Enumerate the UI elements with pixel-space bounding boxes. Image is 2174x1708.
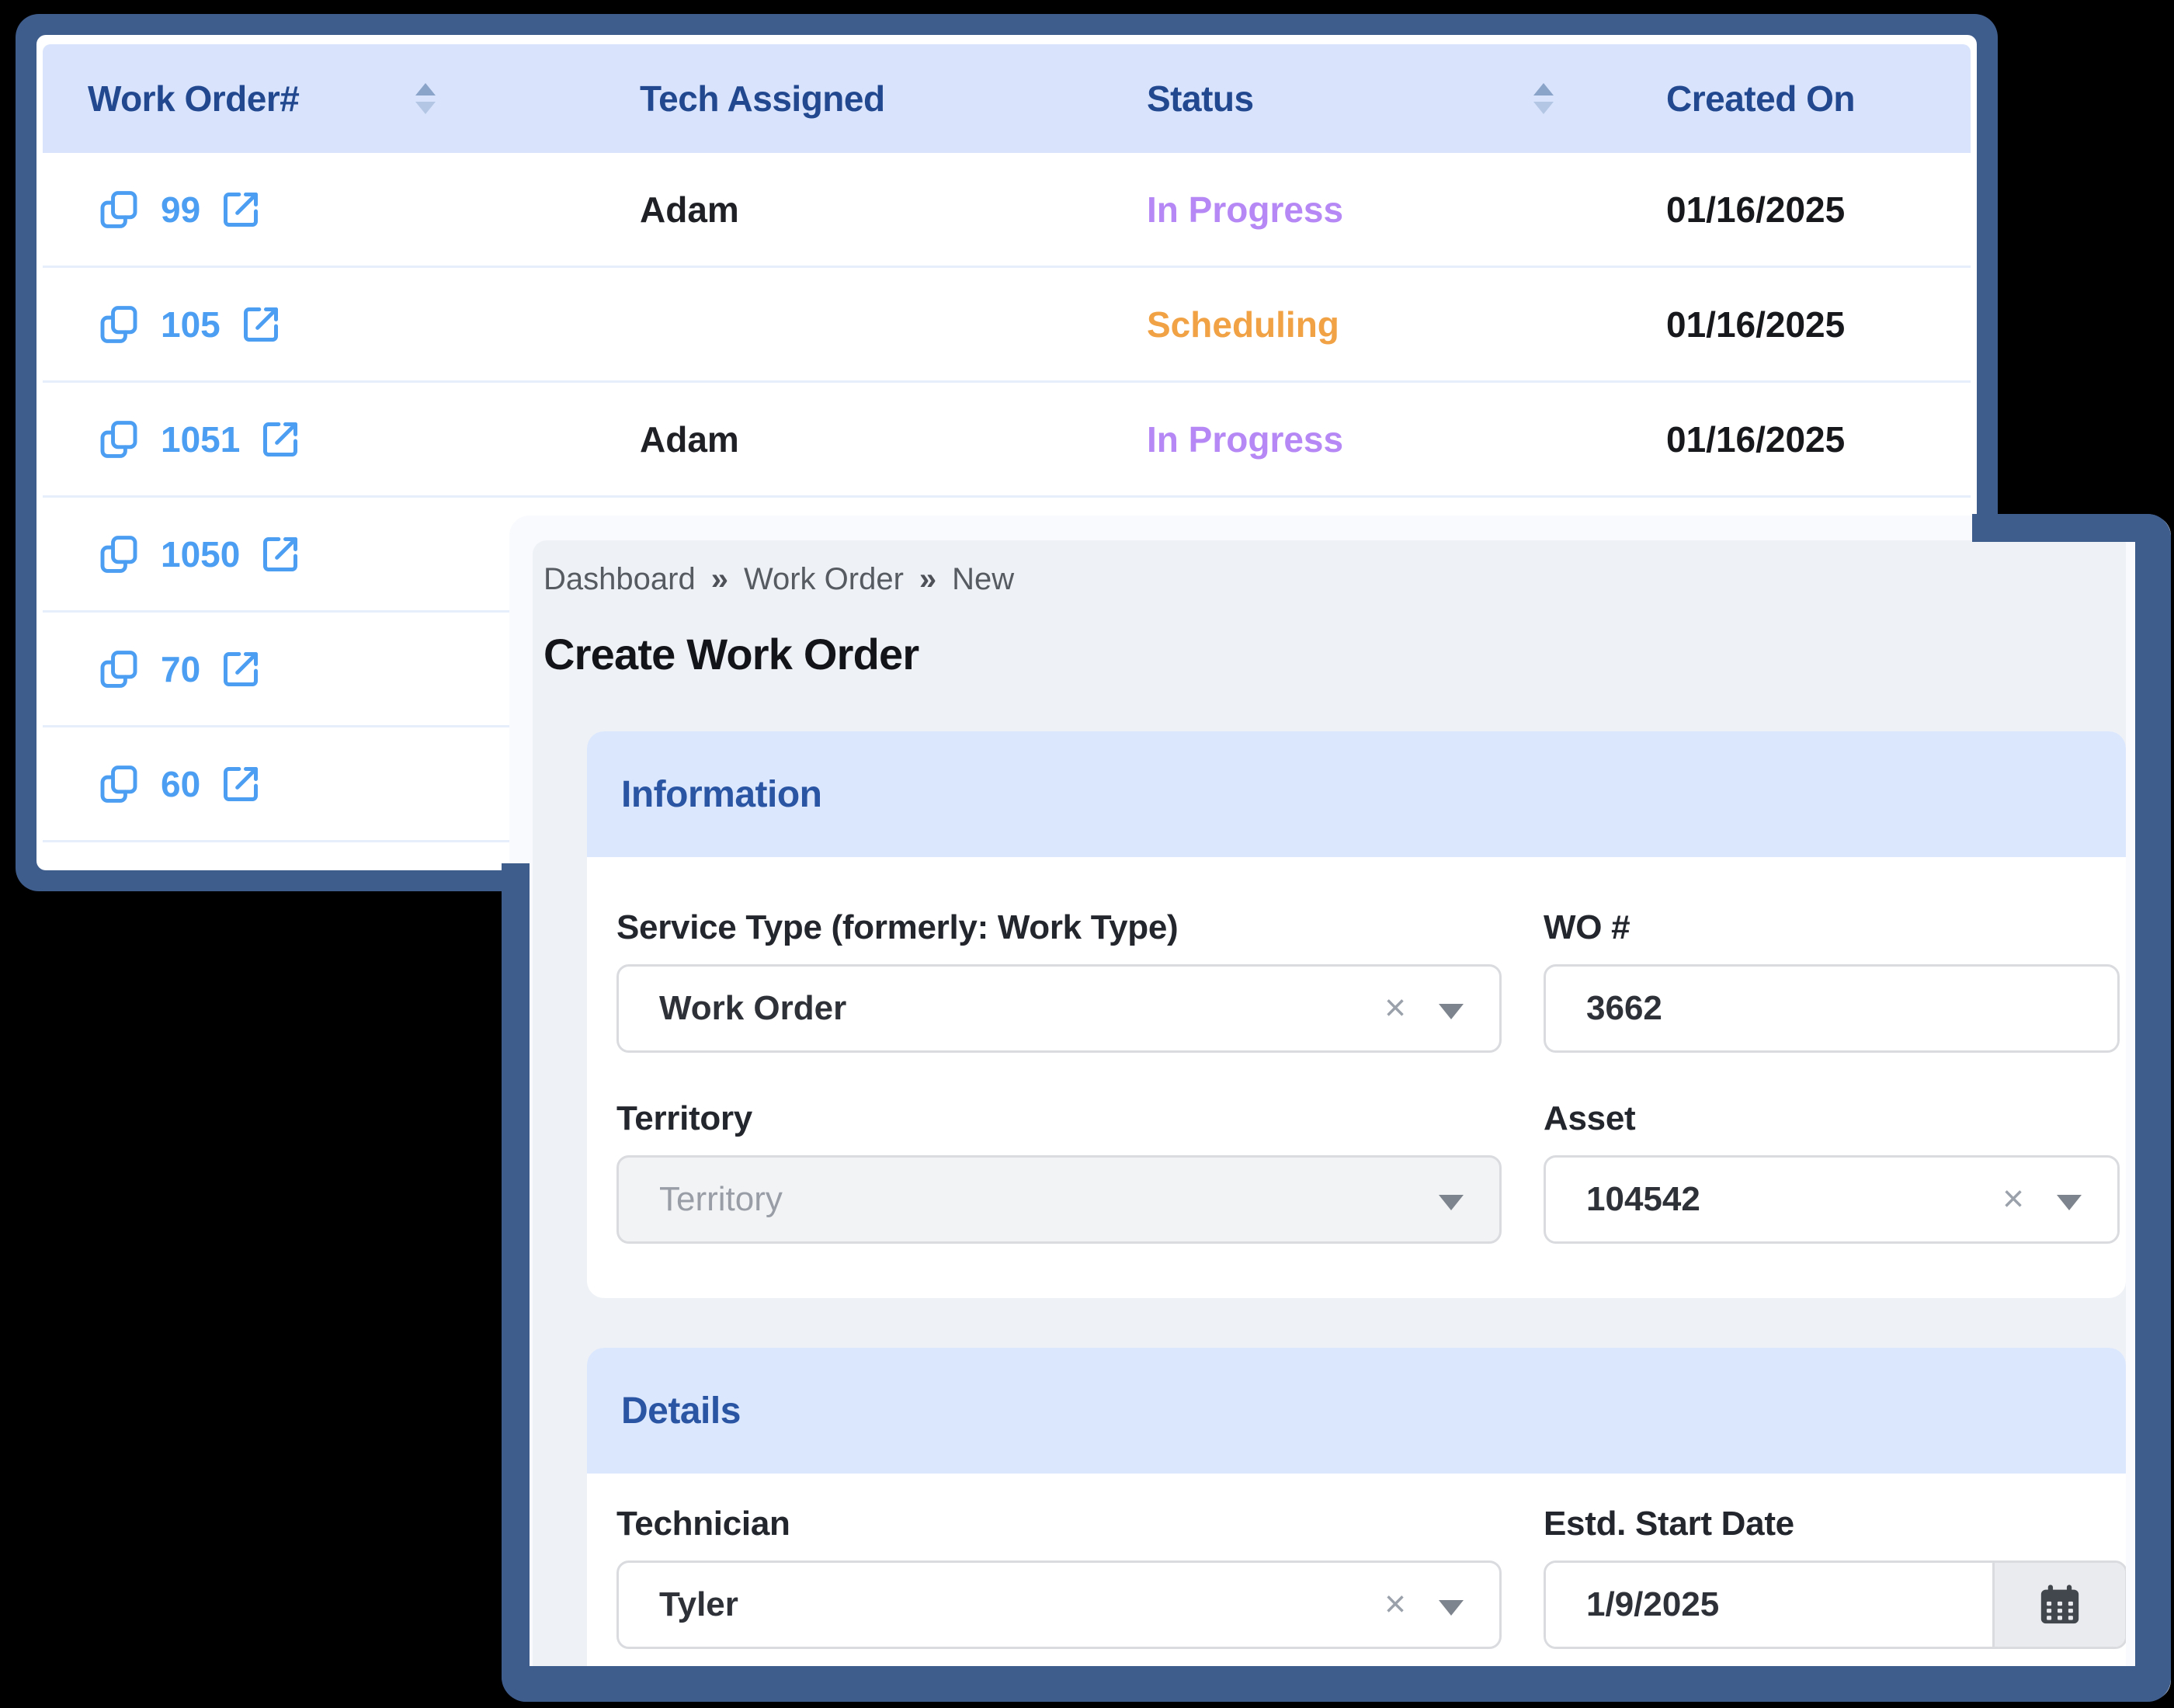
information-section: Information Service Type (formerly: Work… [587,731,2126,1298]
asset-select[interactable]: 104542 × [1544,1155,2120,1244]
sort-icon[interactable] [1533,83,1554,114]
status-cell: Scheduling [1147,304,1339,345]
create-work-order-panel: Dashboard » Work Order » New Create Work… [509,516,2171,1700]
table-header-row: Work Order# Tech Assigned Status Created… [43,44,1971,153]
screen: Work Order# Tech Assigned Status Created… [0,0,2174,1708]
asset-label: Asset [1544,1099,1636,1137]
create-work-order-page: Dashboard » Work Order » New Create Work… [533,540,2126,1688]
start-date-input-group [1544,1560,2126,1649]
clear-icon[interactable]: × [1384,1586,1406,1623]
start-date-field: Estd. Start Date [1544,1505,2126,1649]
external-link-icon[interactable] [221,649,261,689]
service-type-field: Service Type (formerly: Work Type) Work … [616,908,1502,1053]
sort-icon[interactable] [415,83,436,114]
wo-number-label: WO # [1544,908,1630,946]
service-type-select[interactable]: Work Order × [616,964,1502,1053]
calendar-button[interactable] [1992,1563,2125,1647]
column-header-label: Work Order# [88,78,300,119]
work-order-cell: 1051 [43,418,640,461]
created-on-cell: 01/16/2025 [1666,418,1846,460]
status-cell: In Progress [1147,418,1344,460]
work-order-number-link[interactable]: 70 [161,648,200,690]
chevron-down-icon[interactable] [2057,1195,2082,1210]
form-panel-border-bottom [502,1666,2171,1702]
work-order-cell: 99 [43,188,640,231]
column-header-label: Tech Assigned [640,78,885,119]
table-row: 99 Adam In Progress 01/16/2025 [43,153,1971,268]
wo-number-field: WO # [1544,908,2120,1053]
column-header-status[interactable]: Status [1147,78,1666,120]
page-title: Create Work Order [544,629,919,679]
service-type-value: Work Order [659,989,847,1027]
wo-number-input[interactable] [1544,964,2120,1053]
copy-icon[interactable] [97,762,141,806]
external-link-icon[interactable] [221,189,261,230]
created-on-cell: 01/16/2025 [1666,189,1846,230]
copy-icon[interactable] [97,188,141,231]
tech-assigned-cell: Adam [640,418,739,460]
work-order-number-link[interactable]: 1050 [161,533,240,575]
work-order-number-link[interactable]: 60 [161,763,200,805]
breadcrumb-separator-icon: » [710,562,728,596]
asset-value: 104542 [1586,1180,1700,1218]
copy-icon[interactable] [97,418,141,461]
column-header-label: Status [1147,78,1254,119]
clear-icon[interactable]: × [1384,990,1406,1027]
chevron-down-icon[interactable] [1439,1195,1464,1210]
technician-label: Technician [616,1505,790,1543]
territory-placeholder: Territory [659,1180,783,1218]
external-link-icon[interactable] [241,304,281,345]
work-order-cell: 105 [43,303,640,346]
form-panel-border-left [502,863,530,1702]
status-cell: In Progress [1147,189,1344,230]
tech-assigned-cell: Adam [640,189,739,230]
breadcrumb-item-new[interactable]: New [952,562,1014,597]
external-link-icon[interactable] [260,534,300,575]
created-on-cell: 01/16/2025 [1666,304,1846,345]
details-section: Details Technician Tyler × Estd. Start D… [587,1348,2126,1688]
service-type-label: Service Type (formerly: Work Type) [616,908,1179,946]
column-header-tech-assigned: Tech Assigned [640,78,1147,120]
breadcrumb-item-dashboard[interactable]: Dashboard [544,562,696,597]
clear-icon[interactable]: × [2002,1181,2024,1218]
form-panel-border-right [2135,514,2171,1702]
chevron-down-icon[interactable] [1439,1004,1464,1019]
information-section-heading: Information [587,731,2126,857]
technician-select[interactable]: Tyler × [616,1560,1502,1649]
territory-select[interactable]: Territory [616,1155,1502,1244]
external-link-icon[interactable] [260,419,300,460]
calendar-icon [2040,1585,2079,1624]
copy-icon[interactable] [97,647,141,691]
table-row: 105 Scheduling 01/16/2025 [43,268,1971,383]
territory-field: Territory Territory [616,1099,1502,1244]
asset-field: Asset 104542 × [1544,1099,2120,1244]
start-date-input[interactable] [1546,1563,1992,1647]
breadcrumb-separator-icon: » [919,562,937,596]
breadcrumb: Dashboard » Work Order » New [544,562,1014,597]
technician-value: Tyler [659,1585,738,1623]
column-header-created-on: Created On [1666,78,1971,120]
territory-label: Territory [616,1099,752,1137]
copy-icon[interactable] [97,303,141,346]
column-header-label: Created On [1666,78,1855,119]
start-date-label: Estd. Start Date [1544,1505,1794,1543]
work-order-number-link[interactable]: 1051 [161,418,240,460]
work-order-number-link[interactable]: 105 [161,304,221,345]
column-header-work-order[interactable]: Work Order# [43,78,640,120]
details-section-heading: Details [587,1348,2126,1474]
chevron-down-icon[interactable] [1439,1600,1464,1616]
technician-field: Technician Tyler × [616,1505,1502,1649]
copy-icon[interactable] [97,533,141,576]
external-link-icon[interactable] [221,764,261,804]
work-order-number-link[interactable]: 99 [161,189,200,231]
table-row: 1051 Adam In Progress 01/16/2025 [43,383,1971,498]
breadcrumb-item-work-order[interactable]: Work Order [744,562,904,597]
